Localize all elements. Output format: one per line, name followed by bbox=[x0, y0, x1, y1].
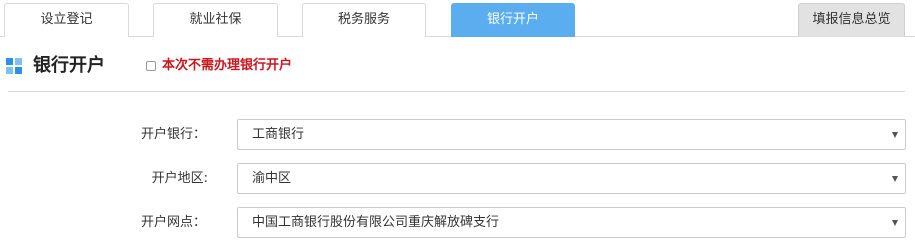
bank-label: 开户银行： bbox=[140, 127, 206, 142]
region-select[interactable]: 渝中区 bbox=[237, 163, 906, 194]
form-row-region: 开户地区: 渝中区 bbox=[0, 163, 915, 194]
bank-select-value: 工商银行 bbox=[252, 127, 305, 142]
bank-select[interactable]: 工商银行 bbox=[237, 119, 906, 150]
caret-down-icon bbox=[892, 132, 898, 138]
section-header: 银行开户 本次不需办理银行开户 bbox=[0, 52, 915, 82]
branch-select[interactable]: 中国工商银行股份有限公司重庆解放碑支行 bbox=[237, 207, 906, 238]
branch-label: 开户网点： bbox=[140, 215, 206, 230]
branch-select-value: 中国工商银行股份有限公司重庆解放碑支行 bbox=[252, 215, 500, 230]
skip-bank-checkbox[interactable] bbox=[146, 61, 156, 71]
form-row-bank: 开户银行： 工商银行 bbox=[0, 119, 915, 150]
tab-bank-account[interactable]: 银行开户 bbox=[451, 3, 575, 37]
skip-bank-label[interactable]: 本次不需办理银行开户 bbox=[162, 57, 292, 75]
form-row-branch: 开户网点： 中国工商银行股份有限公司重庆解放碑支行 bbox=[0, 207, 915, 238]
section-title: 银行开户 bbox=[33, 55, 105, 76]
tab-bar: 设立登记 就业社保 税务服务 银行开户 填报信息总览 bbox=[0, 0, 915, 37]
tab-tax-services[interactable]: 税务服务 bbox=[302, 3, 426, 37]
tab-employment-social-security[interactable]: 就业社保 bbox=[153, 3, 278, 37]
tab-registration[interactable]: 设立登记 bbox=[4, 3, 129, 37]
caret-down-icon bbox=[892, 176, 898, 182]
region-label: 开户地区: bbox=[151, 171, 208, 186]
caret-down-icon bbox=[892, 220, 898, 226]
divider bbox=[8, 91, 905, 92]
tab-info-summary[interactable]: 填报信息总览 bbox=[798, 3, 905, 37]
region-select-value: 渝中区 bbox=[252, 171, 292, 186]
grid-icon bbox=[6, 58, 23, 75]
